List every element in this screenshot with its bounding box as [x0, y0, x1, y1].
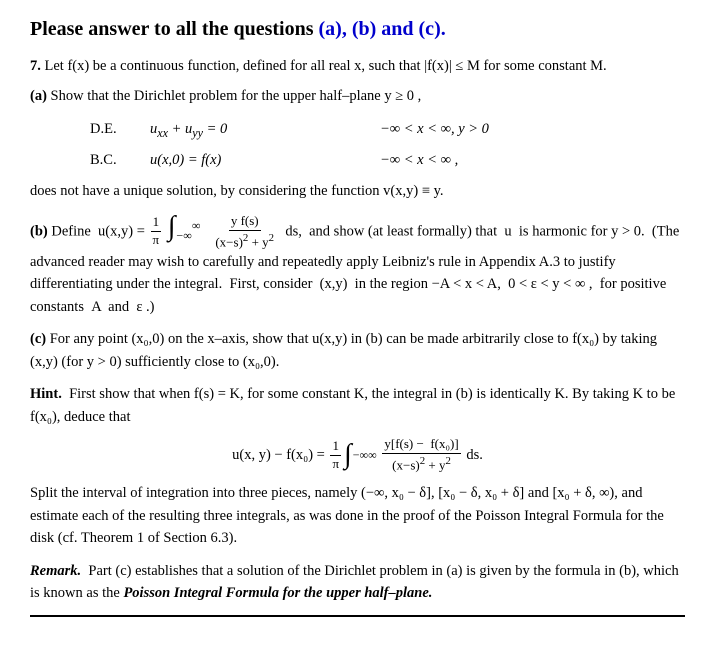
b-outer-fraction: 1 π	[151, 214, 162, 249]
hint-frac: 1 π	[330, 438, 341, 473]
part-a-section: (a) Show that the Dirichlet problem for …	[30, 85, 685, 202]
hint-text-2: Split the interval of integration into t…	[30, 482, 685, 549]
bottom-border	[30, 615, 685, 617]
bc-expr: u(x,0) = f(x)	[150, 147, 350, 175]
hint-label: Hint.	[30, 386, 62, 402]
de-condition: −∞ < x < ∞, y > 0	[380, 116, 489, 144]
problem-intro: 7. Let f(x) be a continuous function, de…	[30, 55, 685, 77]
hint-integral: ∫	[344, 441, 352, 469]
bc-label: B.C.	[90, 147, 120, 175]
problem-number: 7.	[30, 58, 41, 74]
de-expr: uxx + uyy = 0	[150, 116, 350, 145]
de-row: D.E. uxx + uyy = 0 −∞ < x < ∞, y > 0	[90, 116, 685, 145]
hint-integrand: y[f(s) − f(x₀)] (x−s)2 + y2	[382, 436, 460, 474]
title-colored: (a), (b) and (c).	[319, 18, 446, 40]
part-c-label: (c)	[30, 331, 46, 347]
remark-label: Remark.	[30, 563, 81, 579]
hint-text-1: First show that when f(s) = K, for some …	[30, 386, 675, 424]
part-b-section: (b) Define u(x,y) = 1 π ∫−∞∞ y f(s) (x−s…	[30, 213, 685, 319]
de-label: D.E.	[90, 116, 120, 144]
intro-text: Let f(x) be a continuous function, defin…	[45, 58, 607, 74]
part-a-text: Show that the Dirichlet problem for the …	[51, 88, 422, 104]
hint-section: Hint. First show that when f(s) = K, for…	[30, 383, 685, 549]
page-title: Please answer to all the questions (a), …	[30, 18, 685, 41]
part-a-label: (a)	[30, 88, 47, 104]
part-b-label: (b)	[30, 223, 48, 239]
b-integrand-fraction: y f(s) (x−s)2 + y2	[213, 213, 276, 251]
remark-section: Remark. Part (c) establishes that a solu…	[30, 560, 685, 605]
title-text: Please answer to all the questions	[30, 18, 319, 40]
remark-bold: Poisson Integral Formula for the upper h…	[123, 585, 432, 601]
math-block-a: D.E. uxx + uyy = 0 −∞ < x < ∞, y > 0 B.C…	[90, 116, 685, 174]
bc-row: B.C. u(x,0) = f(x) −∞ < x < ∞ ,	[90, 147, 685, 175]
part-c-text: For any point (x₀,0) on the x–axis, show…	[30, 331, 657, 369]
hint-formula: u(x, y) − f(x₀) = 1 π ∫−∞∞ y[f(s) − f(x₀…	[30, 436, 685, 474]
part-c-section: (c) For any point (x₀,0) on the x–axis, …	[30, 328, 685, 373]
bc-condition: −∞ < x < ∞ ,	[380, 147, 458, 175]
b-integral-sign: ∫	[168, 211, 176, 242]
part-a-conclusion: does not have a unique solution, by cons…	[30, 180, 685, 202]
